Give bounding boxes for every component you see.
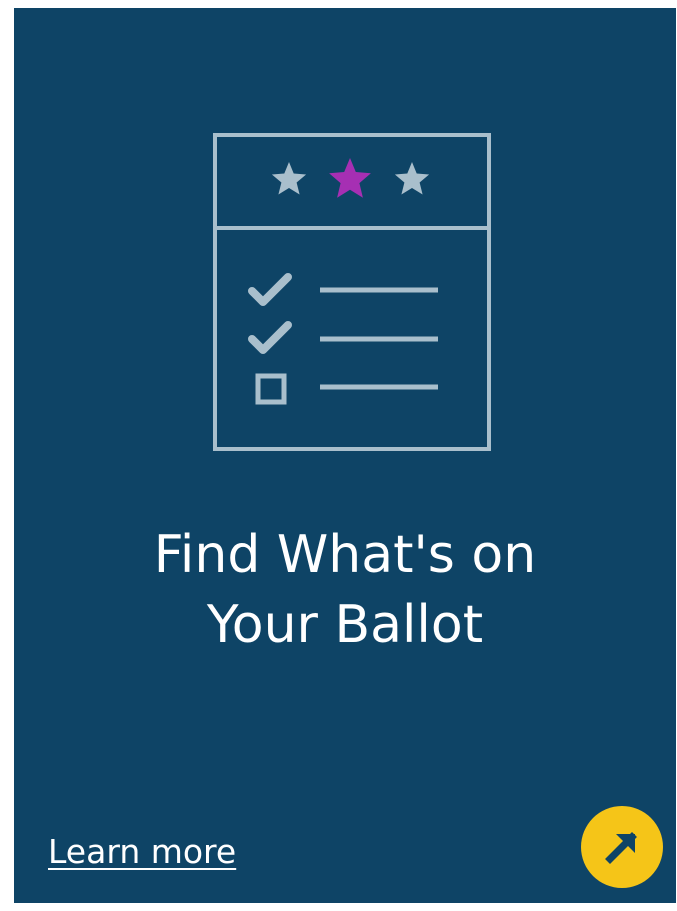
learn-more-link[interactable]: Learn more — [48, 832, 236, 871]
ballot-card[interactable]: Find What's on Your Ballot Learn more — [14, 8, 676, 903]
check-icon-1 — [248, 273, 292, 306]
star-icon-center — [329, 158, 371, 198]
star-icon-left — [271, 162, 307, 195]
star-icon-right — [394, 162, 430, 195]
card-title: Find What's on Your Ballot — [14, 520, 676, 660]
ballot-checklist-icon — [213, 133, 491, 451]
check-icon-2 — [248, 321, 292, 354]
open-button[interactable] — [581, 806, 663, 888]
unchecked-box-icon — [255, 373, 287, 405]
card-title-line-1: Find What's on — [153, 525, 537, 585]
arrow-up-right-icon — [605, 832, 637, 864]
card-title-line-2: Your Ballot — [206, 595, 484, 655]
